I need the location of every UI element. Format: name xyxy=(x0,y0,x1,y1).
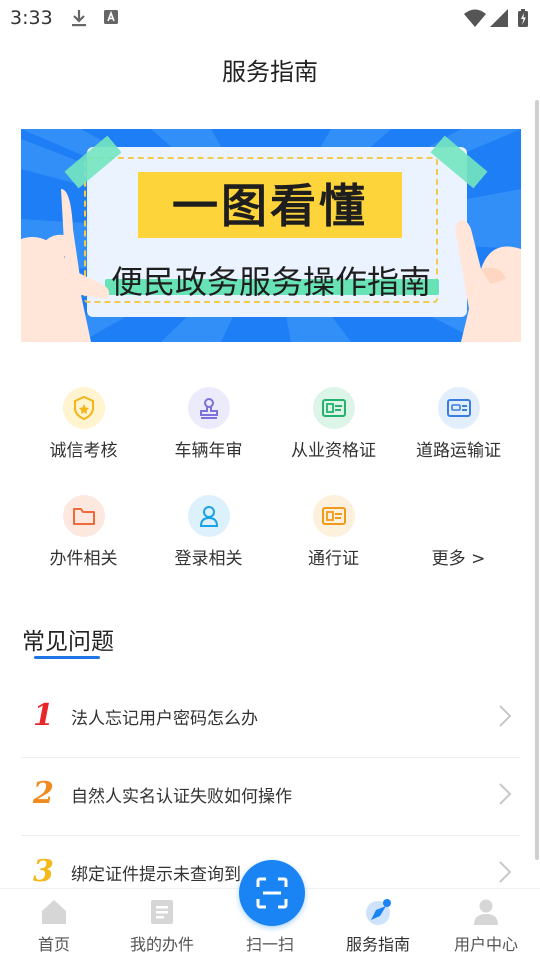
status-time: 3:33 xyxy=(10,7,53,29)
faq-number: 2 xyxy=(33,776,54,811)
nav-home[interactable]: 首页 xyxy=(0,889,108,960)
stamp-icon xyxy=(188,387,230,429)
faq-number: 1 xyxy=(33,698,54,733)
download-icon xyxy=(72,10,86,27)
chevron-right-icon xyxy=(499,861,512,883)
service-label: 道路运输证 xyxy=(416,441,501,461)
chevron-right-icon xyxy=(499,705,512,727)
status-bar: 3:33 xyxy=(0,0,540,36)
pass-card-icon xyxy=(313,495,355,537)
service-label: 车辆年审 xyxy=(174,441,243,461)
service-label: 办件相关 xyxy=(49,549,118,569)
faq-question: 法人忘记用户密码怎么办 xyxy=(71,709,258,729)
nav-label: 我的办件 xyxy=(129,935,194,954)
right-hand-illustration xyxy=(455,220,521,342)
faq-item[interactable]: 1 法人忘记用户密码怎么办 xyxy=(21,680,520,758)
home-icon xyxy=(42,900,66,924)
left-hand-illustration xyxy=(21,189,109,342)
compass-icon xyxy=(366,899,391,925)
wifi-icon xyxy=(464,9,486,27)
banner-guide[interactable]: 一图看懂 便民政务服务操作指南 xyxy=(21,129,521,342)
nav-label: 首页 xyxy=(37,935,70,954)
service-label: 诚信考核 xyxy=(49,441,118,461)
scan-icon xyxy=(256,877,288,909)
scan-button[interactable] xyxy=(239,860,305,926)
my-files-icon xyxy=(151,900,173,924)
faq-section-title: 常见问题 xyxy=(22,629,114,655)
banner-subtitle: 便民政务服务操作指南 xyxy=(110,263,431,301)
nav-service-guide[interactable]: 服务指南 xyxy=(324,889,432,960)
service-label: 从业资格证 xyxy=(291,441,376,461)
faq-title-underline xyxy=(34,656,100,659)
chevron-right-icon xyxy=(499,783,512,805)
user-icon xyxy=(188,495,230,537)
user-center-icon xyxy=(474,899,498,925)
folder-icon xyxy=(63,495,105,537)
nav-user-center[interactable]: 用户中心 xyxy=(432,889,540,960)
banner-title: 一图看懂 xyxy=(172,179,368,233)
vehicle-license-icon xyxy=(438,387,480,429)
nav-my-files[interactable]: 我的办件 xyxy=(108,889,216,960)
page-title: 服务指南 xyxy=(222,58,318,86)
nav-label: 用户中心 xyxy=(453,935,518,954)
battery-icon xyxy=(518,9,528,27)
faq-item[interactable]: 2 自然人实名认证失败如何操作 xyxy=(21,758,520,836)
signal-icon xyxy=(490,9,508,27)
faq-number: 3 xyxy=(33,854,54,889)
service-label: 登录相关 xyxy=(174,549,243,569)
nav-label: 服务指南 xyxy=(345,935,410,954)
more-services-link[interactable]: 更多 > xyxy=(396,544,521,569)
scrollbar[interactable] xyxy=(535,100,539,860)
keyboard-a-icon xyxy=(104,10,118,24)
id-card-icon xyxy=(313,387,355,429)
faq-question: 自然人实名认证失败如何操作 xyxy=(71,787,292,807)
nav-label: 扫一扫 xyxy=(245,935,294,954)
credit-badge-icon xyxy=(63,387,105,429)
service-label: 通行证 xyxy=(308,549,359,569)
